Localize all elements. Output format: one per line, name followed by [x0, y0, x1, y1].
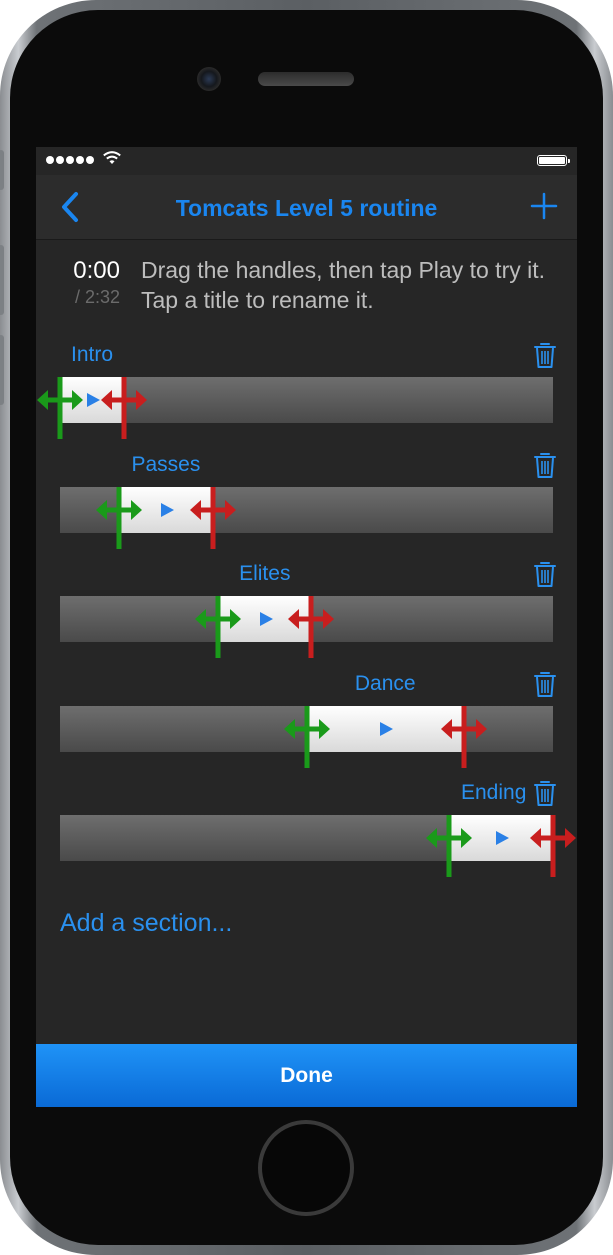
home-button	[258, 1120, 354, 1216]
battery-icon	[537, 155, 570, 166]
instructions-text: Drag the handles, then tap Play to try i…	[141, 257, 546, 313]
total-duration: / 2:32	[74, 287, 120, 307]
play-icon[interactable]	[159, 502, 175, 518]
front-camera	[197, 67, 221, 91]
play-icon[interactable]	[378, 721, 394, 737]
end-handle-icon[interactable]	[100, 377, 148, 439]
app-screen: Tomcats Level 5 routine 0:00 / 2:32 Drag…	[36, 147, 577, 1107]
play-icon[interactable]	[85, 392, 101, 408]
phone-frame: Tomcats Level 5 routine 0:00 / 2:32 Drag…	[0, 0, 613, 1255]
section-title[interactable]: Passes	[131, 453, 200, 477]
chevron-left-icon[interactable]	[56, 189, 86, 225]
trash-icon[interactable]	[533, 670, 557, 698]
navigation-bar: Tomcats Level 5 routine	[36, 175, 577, 240]
end-handle-icon[interactable]	[189, 486, 237, 549]
earpiece-speaker	[258, 72, 354, 86]
start-handle-icon[interactable]	[194, 596, 242, 658]
page-title: Tomcats Level 5 routine	[175, 195, 438, 221]
section-title[interactable]: Elites	[239, 562, 290, 586]
trash-icon[interactable]	[533, 341, 557, 369]
start-handle-icon[interactable]	[425, 815, 473, 877]
play-icon[interactable]	[494, 830, 510, 846]
section-title[interactable]: Intro	[71, 343, 113, 367]
plus-icon[interactable]	[529, 191, 559, 221]
status-bar	[36, 147, 577, 175]
mute-switch	[0, 150, 4, 190]
trash-icon[interactable]	[533, 560, 557, 588]
wifi-icon	[103, 151, 121, 164]
end-handle-icon[interactable]	[440, 705, 488, 768]
end-handle-icon[interactable]	[529, 815, 577, 877]
start-handle-icon[interactable]	[283, 705, 331, 768]
trash-icon[interactable]	[533, 451, 557, 479]
start-handle-icon[interactable]	[95, 486, 143, 549]
trash-icon[interactable]	[533, 779, 557, 807]
section-title[interactable]: Ending	[461, 781, 526, 805]
signal-strength-icon	[46, 156, 94, 164]
start-handle-icon[interactable]	[36, 377, 84, 439]
volume-down-button	[0, 335, 4, 405]
volume-up-button	[0, 245, 4, 315]
done-button[interactable]: Done	[36, 1044, 577, 1107]
section-title[interactable]: Dance	[355, 672, 416, 696]
end-handle-icon[interactable]	[287, 596, 335, 658]
current-time: 0:00	[73, 257, 120, 284]
playback-timer: 0:00 / 2:32	[60, 257, 120, 308]
play-icon[interactable]	[258, 611, 274, 627]
add-section-link[interactable]: Add a section...	[60, 909, 232, 938]
